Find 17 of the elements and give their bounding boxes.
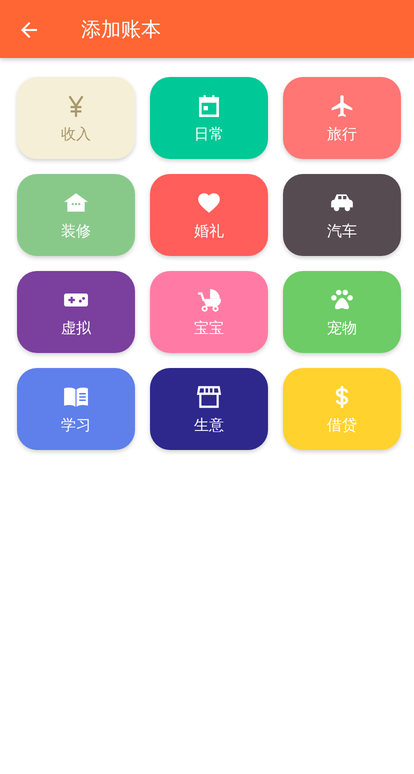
account-book-tile[interactable]: 宝宝 [150,271,268,353]
account-book-tile[interactable]: 旅行 [283,77,401,159]
account-book-tile[interactable]: 学习 [17,368,135,450]
account-book-tile[interactable]: 宠物 [283,271,401,353]
account-book-tile[interactable]: 汽车 [283,174,401,256]
calendar-icon [196,93,222,119]
account-book-tile[interactable]: 生意 [150,368,268,450]
account-book-tile[interactable]: 收入 [17,77,135,159]
account-book-tile[interactable]: 借贷 [283,368,401,450]
stroller-icon [196,287,222,313]
account-book-tile[interactable]: 日常 [150,77,268,159]
account-book-tile[interactable]: 虚拟 [17,271,135,353]
account-book-tile[interactable]: 婚礼 [150,174,268,256]
airplane-icon [329,93,355,119]
account-book-tile[interactable]: 装修 [17,174,135,256]
storefront-icon [196,384,222,410]
page-title: 添加账本 [81,16,161,43]
